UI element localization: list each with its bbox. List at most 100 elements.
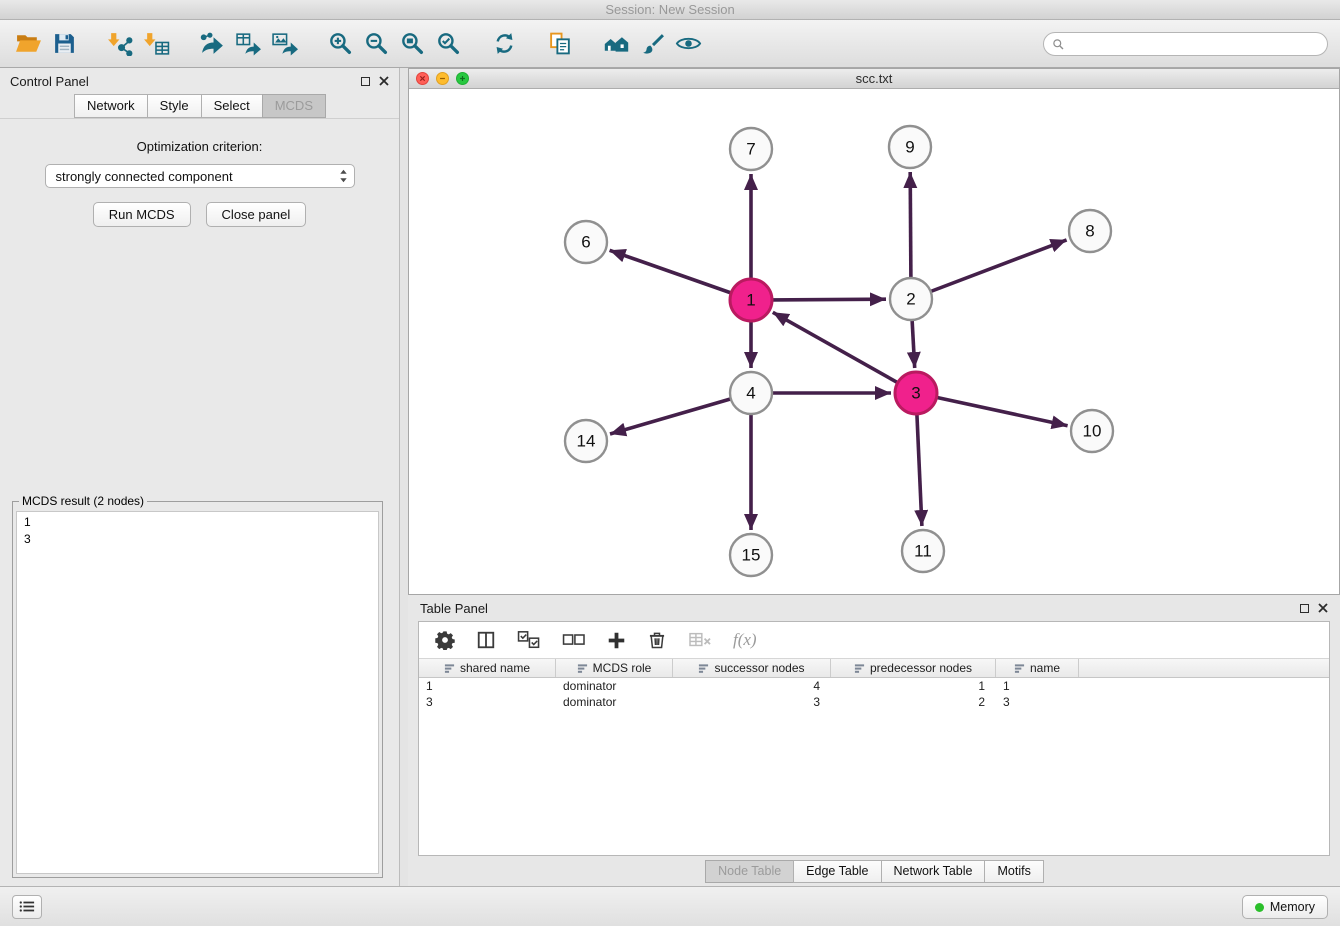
delete-row-button[interactable]: [647, 630, 667, 650]
control-panel-close-icon[interactable]: [379, 76, 389, 86]
column-label: successor nodes: [714, 661, 804, 675]
status-menu-button[interactable]: [12, 895, 42, 919]
search-icon: [1052, 38, 1065, 51]
cell-mcds-role[interactable]: dominator: [556, 679, 673, 693]
zoom-out-button[interactable]: [358, 26, 394, 62]
cell-shared-name[interactable]: 1: [419, 679, 556, 693]
cell-name[interactable]: 3: [996, 695, 1079, 709]
graph-edge-3-11[interactable]: [917, 414, 922, 526]
trash-icon: [647, 630, 667, 650]
column-header-shared-name[interactable]: shared name: [419, 659, 556, 677]
export-network-button[interactable]: [194, 26, 230, 62]
cell-predecessor-nodes[interactable]: 2: [831, 695, 996, 709]
run-mcds-button[interactable]: Run MCDS: [93, 202, 191, 227]
close-panel-button[interactable]: Close panel: [206, 202, 307, 227]
zoom-selected-button[interactable]: [430, 26, 466, 62]
show-hide-button[interactable]: [670, 26, 706, 62]
tab-mcds[interactable]: MCDS: [262, 94, 326, 118]
add-column-button[interactable]: [607, 631, 626, 650]
cell-name[interactable]: 1: [996, 679, 1079, 693]
export-image-button[interactable]: [266, 26, 302, 62]
selected-option-label: strongly connected component: [56, 169, 338, 184]
memory-button[interactable]: Memory: [1242, 895, 1328, 919]
graph-edge-3-1[interactable]: [773, 312, 898, 382]
column-header-mcds-role[interactable]: MCDS role: [556, 659, 673, 677]
float-table-panel-icon[interactable]: [1300, 604, 1309, 613]
control-panel: Control Panel Network Style Select MCDS …: [0, 68, 400, 886]
graph-node-label: 2: [906, 290, 915, 309]
tab-style[interactable]: Style: [147, 94, 202, 118]
import-table-button[interactable]: [138, 26, 174, 62]
graph-edge-1-2[interactable]: [772, 299, 886, 300]
select-stepper-icon: [338, 168, 349, 184]
clone-network-button[interactable]: [542, 26, 578, 62]
delete-column-button[interactable]: [688, 630, 712, 650]
zoom-in-icon: [327, 31, 354, 56]
float-panel-icon[interactable]: [361, 77, 370, 86]
minimize-window-button[interactable]: [436, 72, 449, 85]
refresh-button[interactable]: [486, 26, 522, 62]
cell-mcds-role[interactable]: dominator: [556, 695, 673, 709]
tab-select[interactable]: Select: [201, 94, 263, 118]
export-network-icon: [199, 31, 226, 56]
zoom-fit-button[interactable]: [394, 26, 430, 62]
node-table: shared name MCDS role successor nodes: [419, 658, 1329, 855]
column-header-name[interactable]: name: [996, 659, 1079, 677]
open-folder-icon: [15, 31, 42, 56]
cell-shared-name[interactable]: 3: [419, 695, 556, 709]
mcds-result-list[interactable]: 1 3: [16, 511, 379, 874]
graph-edge-2-8[interactable]: [931, 240, 1067, 292]
zoom-in-button[interactable]: [322, 26, 358, 62]
tab-network[interactable]: Network: [74, 94, 148, 118]
application-window: Session: New Session: [0, 0, 1340, 926]
home-icon: [603, 31, 630, 56]
close-window-button[interactable]: [416, 72, 429, 85]
table-panel-close-icon[interactable]: [1318, 603, 1328, 613]
tab-edge-table[interactable]: Edge Table: [793, 860, 881, 883]
show-columns-button[interactable]: [476, 630, 496, 650]
tab-node-table[interactable]: Node Table: [705, 860, 794, 883]
window-titlebar: Session: New Session: [0, 0, 1340, 20]
deselect-all-button[interactable]: [562, 630, 586, 650]
graph-node-label: 6: [581, 233, 590, 252]
mcds-panel-body: Optimization criterion: strongly connect…: [0, 119, 399, 227]
tab-motifs[interactable]: Motifs: [984, 860, 1043, 883]
import-network-button[interactable]: [102, 26, 138, 62]
graph-node-label: 3: [911, 384, 920, 403]
main-area: Control Panel Network Style Select MCDS …: [0, 68, 1340, 886]
table-row[interactable]: 3 dominator 3 2 3: [419, 694, 1329, 710]
graph-edge-1-6[interactable]: [610, 250, 732, 293]
cell-successor-nodes[interactable]: 4: [673, 679, 831, 693]
network-window-titlebar[interactable]: scc.txt: [409, 69, 1339, 89]
graph-edge-3-10[interactable]: [937, 397, 1068, 425]
clone-network-icon: [547, 31, 574, 56]
apply-layout-button[interactable]: [598, 26, 634, 62]
memory-status-dot: [1255, 903, 1264, 912]
save-session-button[interactable]: [46, 26, 82, 62]
column-edit-icon: [1014, 663, 1025, 674]
table-panel-body: f(x) shared name MCDS role: [418, 621, 1330, 856]
column-header-predecessor-nodes[interactable]: predecessor nodes: [831, 659, 996, 677]
maximize-window-button[interactable]: [456, 72, 469, 85]
cell-predecessor-nodes[interactable]: 1: [831, 679, 996, 693]
function-builder-button[interactable]: f(x): [733, 630, 757, 650]
tab-network-table[interactable]: Network Table: [881, 860, 986, 883]
graph-edge-2-3[interactable]: [912, 320, 915, 368]
search-input[interactable]: [1070, 36, 1319, 52]
apply-style-button[interactable]: [634, 26, 670, 62]
optimization-criterion-label: Optimization criterion:: [0, 139, 399, 154]
graph-edge-4-14[interactable]: [610, 399, 731, 434]
graph-edge-2-9[interactable]: [910, 172, 911, 278]
export-table-button[interactable]: [230, 26, 266, 62]
table-header-row: shared name MCDS role successor nodes: [419, 659, 1329, 678]
open-file-button[interactable]: [10, 26, 46, 62]
select-all-button[interactable]: [517, 630, 541, 650]
control-panel-tabs: Network Style Select MCDS: [0, 94, 399, 119]
column-header-successor-nodes[interactable]: successor nodes: [673, 659, 831, 677]
table-row[interactable]: 1 dominator 4 1 1: [419, 678, 1329, 694]
export-table-icon: [235, 31, 262, 56]
network-graph[interactable]: 7968124314101511: [409, 89, 1339, 594]
table-settings-button[interactable]: [435, 630, 455, 650]
optimization-criterion-select[interactable]: strongly connected component: [45, 164, 355, 188]
cell-successor-nodes[interactable]: 3: [673, 695, 831, 709]
